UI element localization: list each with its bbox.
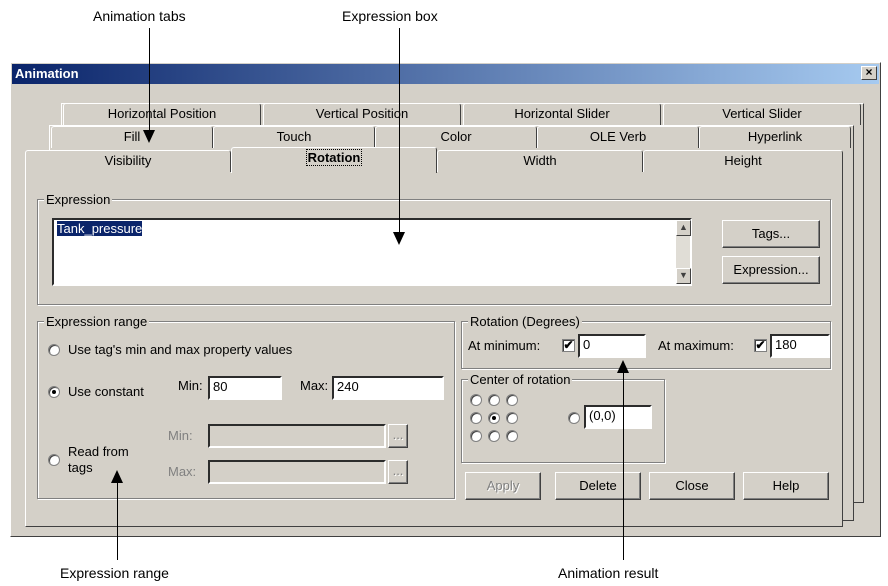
expression-textbox[interactable]: Tank_pressure [52,218,692,286]
label-read-from-tags-1: Read from [68,444,129,459]
apply-button[interactable]: Apply [465,472,541,500]
center-radio-bottom-left[interactable] [470,430,482,442]
min-label: Min: [178,378,203,393]
tab-touch[interactable]: Touch [213,126,375,148]
tag-min-label: Min: [168,428,193,443]
callout-expression-range: Expression range [60,565,169,581]
center-radio-middle-left[interactable] [470,412,482,424]
tag-min-browse-button[interactable]: ... [388,424,408,448]
expression-range-group-label: Expression range [44,314,150,329]
max-input[interactable]: 240 [332,376,444,400]
callout-arrow-tabs [143,130,155,143]
callout-arrow-expression-box [393,232,405,245]
center-radio-custom[interactable] [568,412,580,424]
expression-group-label: Expression [44,192,113,207]
at-maximum-input[interactable]: 180 [770,334,830,358]
expression-value: Tank_pressure [57,221,143,236]
tab-rotation[interactable]: Rotation [231,147,437,173]
radio-use-constant[interactable] [48,386,60,398]
expression-range-group: Expression range Use tag's min and max p… [37,314,455,499]
rotation-degrees-group-label: Rotation (Degrees) [468,314,582,329]
expression-group: Expression Tank_pressure ▲ ▼ Tags... Exp… [37,192,831,305]
tab-vertical-slider[interactable]: Vertical Slider [663,103,861,125]
min-input[interactable]: 80 [208,376,282,400]
tag-max-input[interactable] [208,460,386,484]
tab-horizontal-position[interactable]: Horizontal Position [63,103,261,125]
scroll-up-icon[interactable]: ▲ [676,220,691,236]
tab-fill[interactable]: Fill [51,126,213,148]
close-icon[interactable]: × [861,66,877,80]
center-custom-input[interactable]: (0,0) [584,405,652,429]
tags-button[interactable]: Tags... [722,220,820,248]
center-radio-middle-right[interactable] [506,412,518,424]
max-label: Max: [300,378,329,393]
label-use-tag-props: Use tag's min and max property values [68,342,293,357]
animation-dialog: Animation × Horizontal Position Vertical… [10,62,881,537]
callout-line-animation-result [623,372,624,560]
tab-vertical-position[interactable]: Vertical Position [263,103,461,125]
center-radio-top-center[interactable] [488,394,500,406]
tag-min-input[interactable] [208,424,386,448]
callout-line-expression-range [117,482,118,560]
callout-line-tabs [149,28,150,132]
center-radio-top-left[interactable] [470,394,482,406]
callout-animation-tabs: Animation tabs [93,8,186,24]
tab-ole-verb[interactable]: OLE Verb [537,126,699,148]
tab-width[interactable]: Width [437,150,643,172]
tab-height[interactable]: Height [643,150,843,172]
tag-max-browse-button[interactable]: ... [388,460,408,484]
label-use-constant: Use constant [68,384,144,399]
at-maximum-checkbox[interactable]: ✔ [754,339,767,352]
center-radio-bottom-center[interactable] [488,430,500,442]
title-bar[interactable]: Animation × [12,64,879,84]
radio-read-from-tags[interactable] [48,454,60,466]
expression-scrollbar[interactable]: ▲ ▼ [676,220,691,284]
callout-expression-box: Expression box [342,8,438,24]
window-title: Animation [15,66,79,81]
close-button[interactable]: Close [649,472,735,500]
tab-horizontal-slider[interactable]: Horizontal Slider [463,103,661,125]
at-minimum-input[interactable]: 0 [578,334,646,358]
tab-visibility[interactable]: Visibility [25,150,231,172]
tag-max-label: Max: [168,464,197,479]
center-of-rotation-group: Center of rotation (0,0) [461,372,665,463]
help-button[interactable]: Help [743,472,829,500]
scroll-down-icon[interactable]: ▼ [676,268,691,284]
at-maximum-label: At maximum: [658,338,734,353]
radio-use-tag-props[interactable] [48,344,60,356]
callout-animation-result: Animation result [558,565,659,581]
expression-button[interactable]: Expression... [722,256,820,284]
center-radio-top-right[interactable] [506,394,518,406]
center-radio-center[interactable] [488,412,500,424]
callout-line-expression-box [399,28,400,234]
rotation-degrees-group: Rotation (Degrees) At minimum: ✔ 0 At ma… [461,314,831,369]
at-minimum-checkbox[interactable]: ✔ [562,339,575,352]
delete-button[interactable]: Delete [555,472,641,500]
center-of-rotation-group-label: Center of rotation [468,372,573,387]
at-minimum-label: At minimum: [468,338,541,353]
label-read-from-tags-2: tags [68,460,93,475]
panel-content: Expression Tank_pressure ▲ ▼ Tags... Exp… [25,171,843,527]
tab-hyperlink[interactable]: Hyperlink [699,126,851,148]
center-radio-bottom-right[interactable] [506,430,518,442]
